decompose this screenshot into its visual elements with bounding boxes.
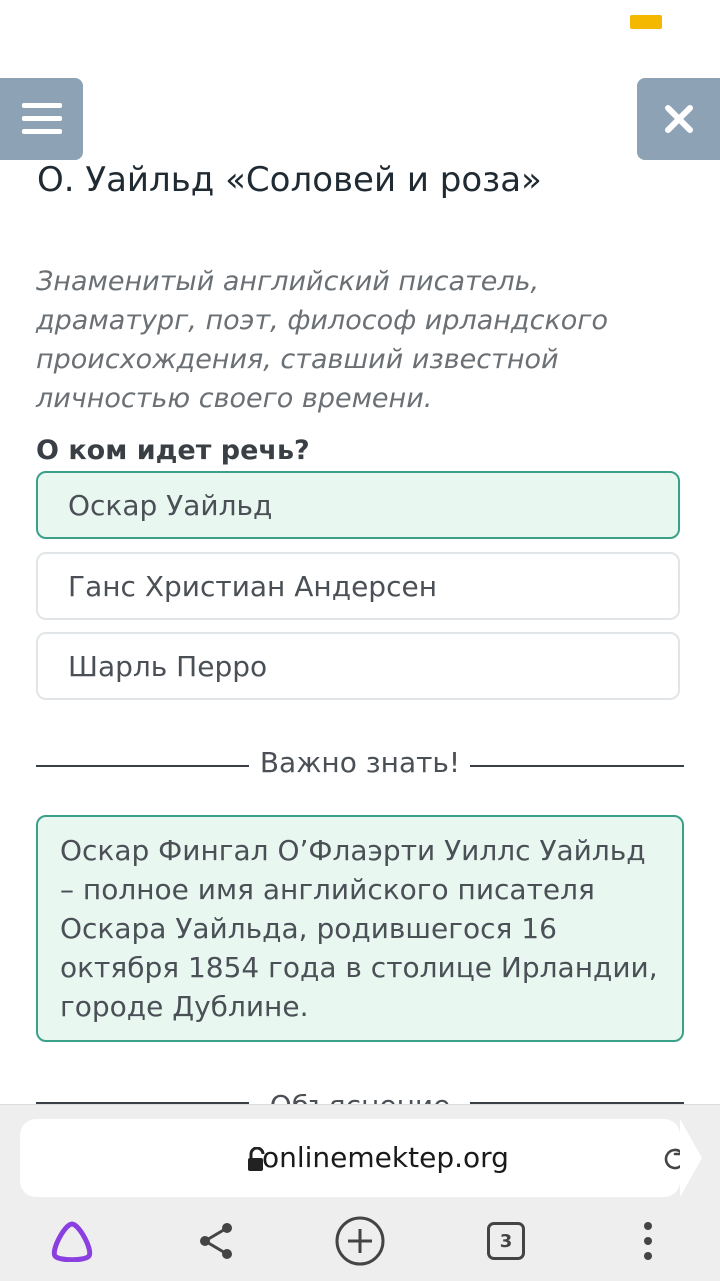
important-heading: Важно знать! — [259, 746, 461, 779]
address-bar[interactable]: onlinemektep.org — [20, 1119, 702, 1197]
alice-icon[interactable] — [48, 1217, 96, 1265]
hamburger-icon — [21, 103, 62, 134]
tabs-icon[interactable]: 3 — [482, 1217, 530, 1265]
divider-right — [470, 765, 684, 767]
important-text: Оскар Фингал О’Флаэрти Уиллс Уайльд – по… — [60, 834, 658, 1023]
answer-option-label: Оскар Уайльд — [68, 488, 273, 522]
top-strip — [0, 0, 720, 80]
share-icon[interactable] — [192, 1217, 240, 1265]
question-prompt: О ком идет речь? — [36, 435, 310, 466]
answer-option-1[interactable]: Оскар Уайльд — [36, 471, 680, 539]
answer-option-label: Ганс Христиан Андерсен — [68, 569, 438, 603]
tabs-count: 3 — [487, 1222, 525, 1260]
close-icon — [664, 105, 693, 133]
new-tab-icon[interactable] — [334, 1215, 386, 1267]
answer-option-label: Шарль Перро — [68, 649, 268, 683]
reload-icon[interactable] — [660, 1144, 690, 1174]
browser-toolbar: onlinemektep.org 3 — [0, 1104, 720, 1281]
top-accent-marker — [630, 15, 662, 29]
menu-button[interactable] — [0, 78, 83, 160]
divider-left — [36, 765, 249, 767]
url-text: onlinemektep.org — [262, 1141, 509, 1174]
answer-option-2[interactable]: Ганс Христиан Андерсен — [36, 552, 680, 620]
question-description: Знаменитый английский писатель, драматур… — [36, 266, 608, 414]
explanation-heading: Объяснение — [250, 1086, 470, 1104]
important-info-box: Оскар Фингал О’Флаэрти Уиллс Уайльд – по… — [36, 815, 684, 1042]
answer-option-3[interactable]: Шарль Перро — [36, 632, 680, 700]
page-title: О. Уайльд «Соловей и роза» — [37, 160, 542, 200]
more-icon[interactable] — [624, 1217, 672, 1265]
close-button[interactable] — [637, 78, 720, 160]
